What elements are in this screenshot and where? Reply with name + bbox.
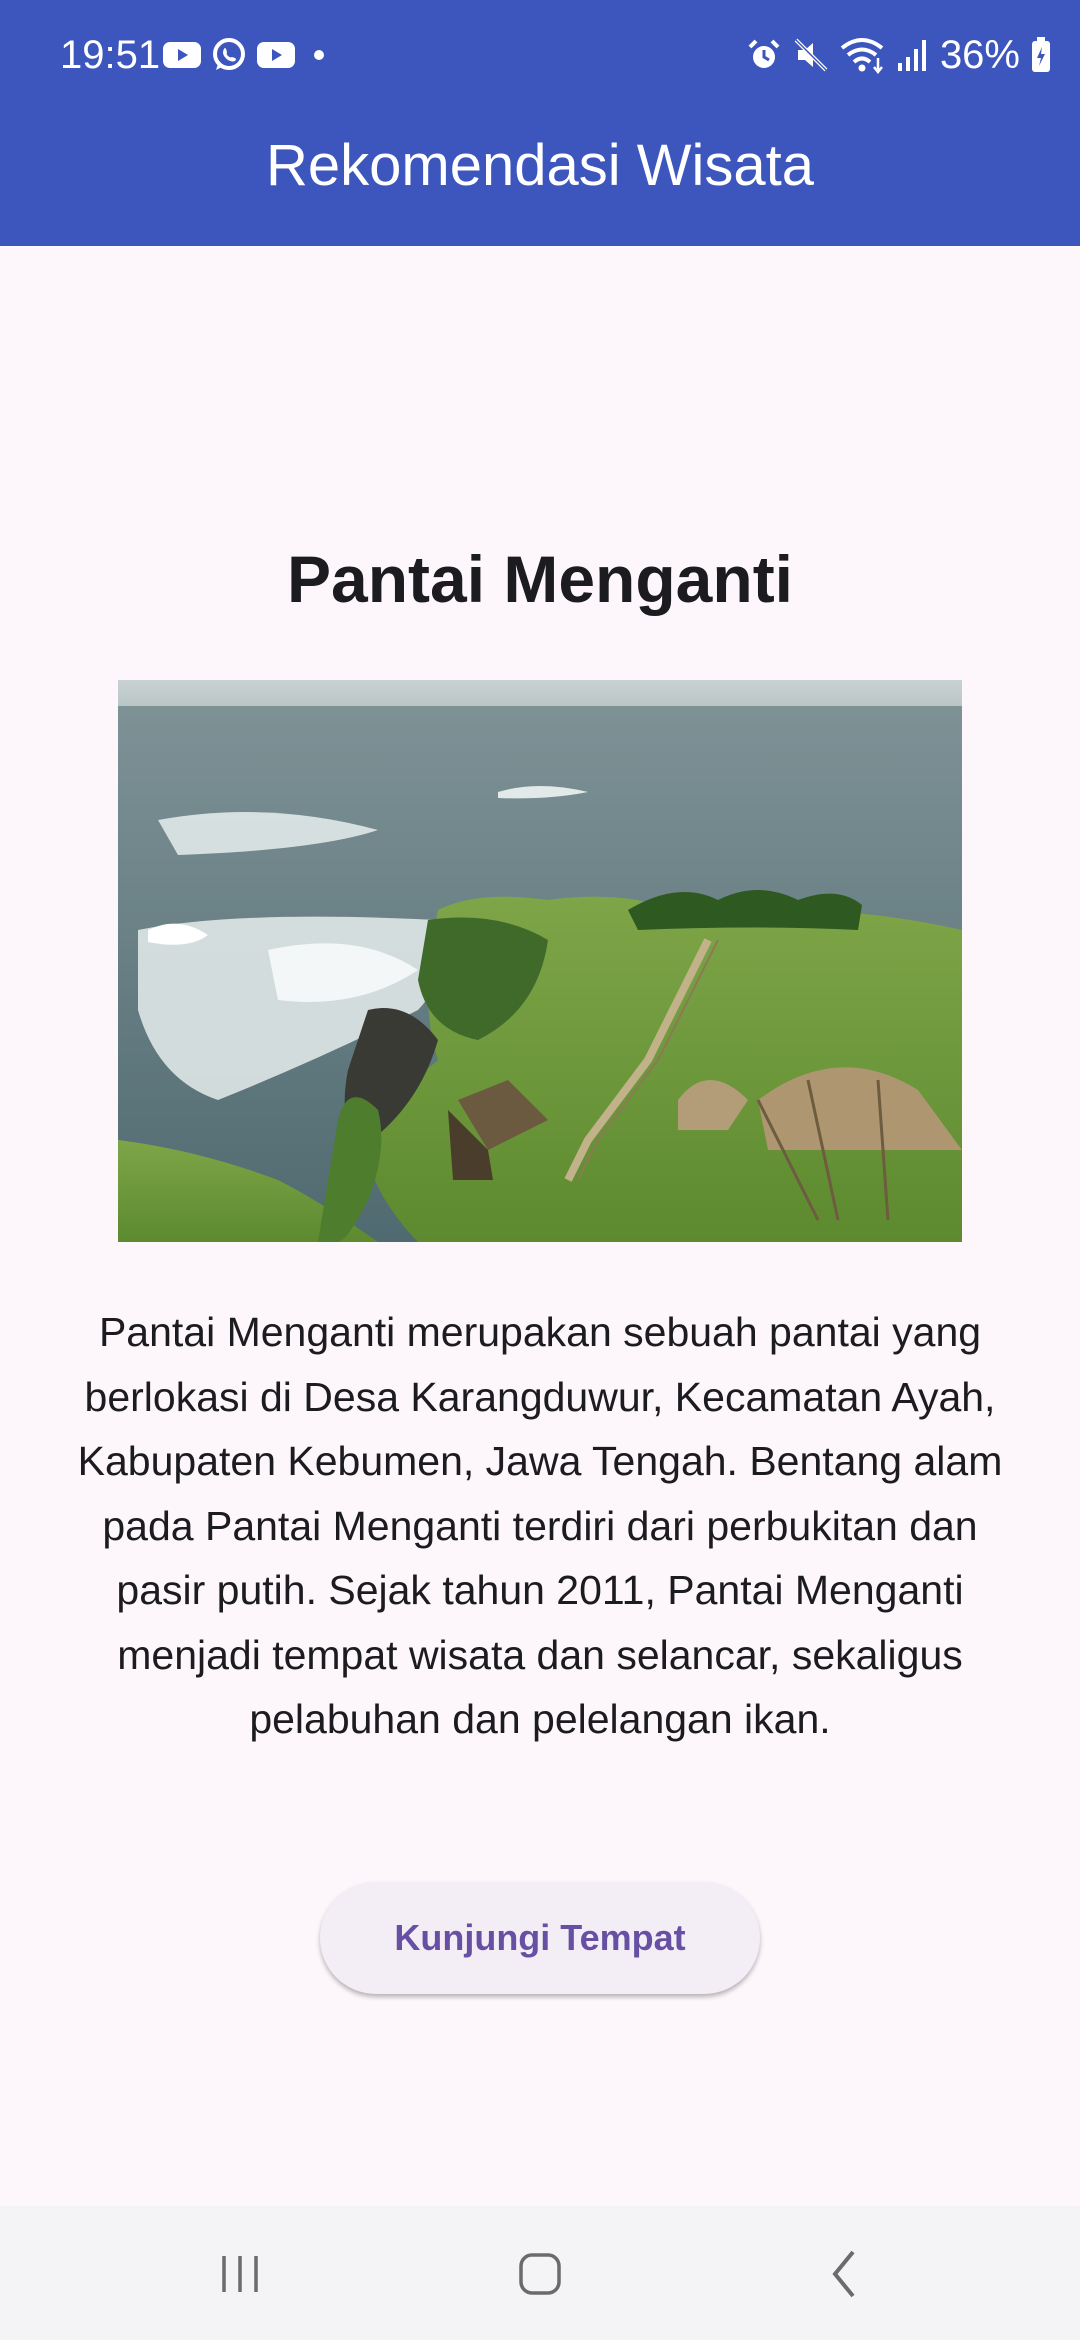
visit-place-button[interactable]: Kunjungi Tempat — [320, 1882, 760, 1994]
wifi-icon — [840, 36, 886, 74]
battery-icon — [1030, 36, 1052, 74]
place-description: Pantai Menganti merupakan sebuah pantai … — [77, 1309, 1003, 1742]
battery-percentage: 36% — [939, 33, 1020, 77]
dot-icon — [304, 40, 334, 70]
place-photo — [118, 680, 962, 1242]
app-bar: 19:51 36% Rekomendasi Wisata — [0, 0, 1080, 246]
main-content: Pantai Menganti Pantai Menganti merupaka… — [0, 246, 1080, 2206]
signal-icon — [896, 37, 930, 73]
place-title: Pantai Menganti — [286, 542, 794, 616]
system-status-icons: 36% — [746, 28, 1052, 82]
youtube-icon — [256, 40, 296, 70]
alarm-icon — [746, 37, 782, 73]
notification-icons — [162, 36, 334, 74]
recents-icon[interactable] — [200, 2236, 280, 2312]
mute-icon — [792, 36, 830, 74]
youtube-icon — [162, 40, 202, 70]
whatsapp-icon — [210, 36, 248, 74]
status-time: 19:51 — [60, 33, 161, 77]
system-navigation-bar — [0, 2206, 1080, 2340]
home-icon[interactable] — [500, 2236, 580, 2312]
back-icon[interactable] — [805, 2236, 885, 2312]
status-bar: 19:51 36% — [0, 0, 1080, 110]
app-title: Rekomendasi Wisata — [266, 133, 814, 198]
